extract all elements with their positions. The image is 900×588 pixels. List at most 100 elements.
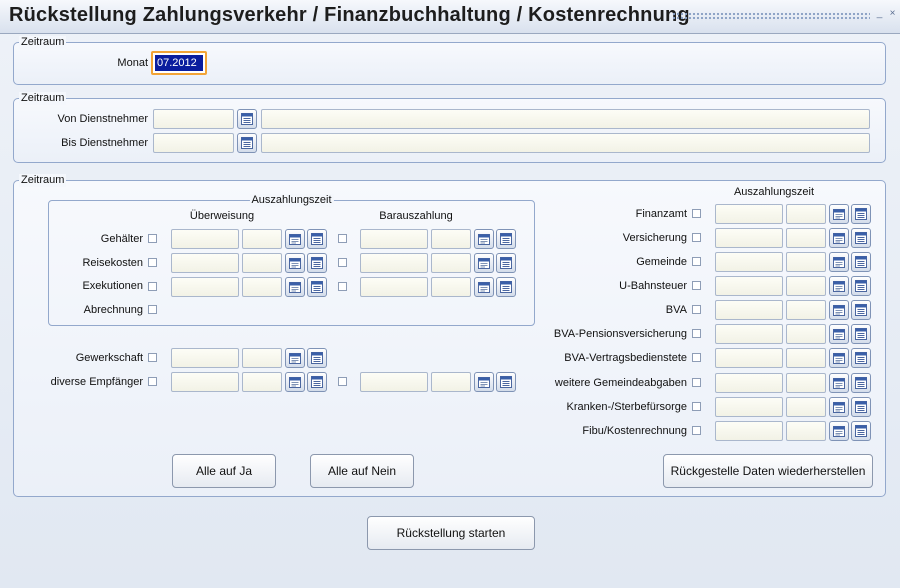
fibu-kostenrechnung-calendar-button[interactable]	[829, 421, 849, 441]
bva-list-button[interactable]	[851, 300, 871, 320]
bva-vertragsbedienstete-date-input[interactable]	[715, 348, 783, 368]
finanzamt-checkbox[interactable]	[692, 209, 701, 218]
versicherung-date-input[interactable]	[715, 228, 783, 248]
gehaelter-bar-checkbox[interactable]	[338, 234, 347, 243]
weitere-gemeindeabgaben-list-button[interactable]	[851, 373, 871, 393]
bva-pensionsversicherung-list-button[interactable]	[851, 324, 871, 344]
gemeinde-date-input[interactable]	[715, 252, 783, 272]
u-bahnsteuer-date-input[interactable]	[715, 276, 783, 296]
von-dienstnehmer-lookup-button[interactable]	[237, 109, 257, 129]
finanzamt-calendar-button[interactable]	[829, 204, 849, 224]
fibu-kostenrechnung-checkbox[interactable]	[692, 426, 701, 435]
finanzamt-time-input[interactable]	[786, 204, 826, 224]
daten-wiederherstellen-button[interactable]: Rückgestelle Daten wiederherstellen	[663, 454, 873, 488]
close-icon[interactable]: ×	[887, 9, 898, 20]
reisekosten-ueberweisung-calendar-button[interactable]	[285, 253, 305, 273]
weitere-gemeindeabgaben-date-input[interactable]	[715, 373, 783, 393]
fibu-kostenrechnung-time-input[interactable]	[786, 421, 826, 441]
bva-vertragsbedienstete-checkbox[interactable]	[692, 353, 701, 362]
kranken-sterbefuersorge-date-input[interactable]	[715, 397, 783, 417]
bva-vertragsbedienstete-calendar-button[interactable]	[829, 348, 849, 368]
von-dienstnehmer-name-field[interactable]	[261, 109, 870, 129]
gehaelter-barauszahlung-list-button[interactable]	[496, 229, 516, 249]
fibu-kostenrechnung-date-input[interactable]	[715, 421, 783, 441]
bva-pensionsversicherung-calendar-button[interactable]	[829, 324, 849, 344]
exekutionen-ueberweisung-date-input[interactable]	[171, 277, 239, 297]
diverse-empfaenger-bar-checkbox[interactable]	[338, 377, 347, 386]
u-bahnsteuer-calendar-button[interactable]	[829, 276, 849, 296]
kranken-sterbefuersorge-time-input[interactable]	[786, 397, 826, 417]
diverse-empfaenger-ueberweisung-list-button[interactable]	[307, 372, 327, 392]
gehaelter-barauszahlung-time-input[interactable]	[431, 229, 471, 249]
bva-checkbox[interactable]	[692, 305, 701, 314]
reisekosten-barauszahlung-calendar-button[interactable]	[474, 253, 494, 273]
bva-date-input[interactable]	[715, 300, 783, 320]
gemeinde-time-input[interactable]	[786, 252, 826, 272]
versicherung-calendar-button[interactable]	[829, 228, 849, 248]
gewerkschaft-ueberweisung-calendar-button[interactable]	[285, 348, 305, 368]
bva-pensionsversicherung-date-input[interactable]	[715, 324, 783, 344]
minimize-icon[interactable]: _	[874, 9, 885, 20]
bva-vertragsbedienstete-list-button[interactable]	[851, 348, 871, 368]
gemeinde-checkbox[interactable]	[692, 257, 701, 266]
fibu-kostenrechnung-list-button[interactable]	[851, 421, 871, 441]
abrechnung-checkbox[interactable]	[148, 305, 157, 314]
bis-dienstnehmer-input[interactable]	[153, 133, 234, 153]
bva-pensionsversicherung-checkbox[interactable]	[692, 329, 701, 338]
gehaelter-ueberweisung-time-input[interactable]	[242, 229, 282, 249]
u-bahnsteuer-checkbox[interactable]	[692, 281, 701, 290]
reisekosten-ueberweisung-date-input[interactable]	[171, 253, 239, 273]
exekutionen-barauszahlung-time-input[interactable]	[431, 277, 471, 297]
gehaelter-barauszahlung-date-input[interactable]	[360, 229, 428, 249]
weitere-gemeindeabgaben-checkbox[interactable]	[692, 378, 701, 387]
diverse-empfaenger-barauszahlung-calendar-button[interactable]	[474, 372, 494, 392]
exekutionen-barauszahlung-date-input[interactable]	[360, 277, 428, 297]
versicherung-time-input[interactable]	[786, 228, 826, 248]
diverse-empfaenger-ueberweisung-calendar-button[interactable]	[285, 372, 305, 392]
gehaelter-ueberweisung-calendar-button[interactable]	[285, 229, 305, 249]
exekutionen-ueberweisung-time-input[interactable]	[242, 277, 282, 297]
rueckstellung-starten-button[interactable]: Rückstellung starten	[367, 516, 535, 550]
weitere-gemeindeabgaben-calendar-button[interactable]	[829, 373, 849, 393]
versicherung-list-button[interactable]	[851, 228, 871, 248]
gehaelter-checkbox[interactable]	[148, 234, 157, 243]
gemeinde-list-button[interactable]	[851, 252, 871, 272]
kranken-sterbefuersorge-calendar-button[interactable]	[829, 397, 849, 417]
diverse-empfaenger-barauszahlung-list-button[interactable]	[496, 372, 516, 392]
gewerkschaft-ueberweisung-date-input[interactable]	[171, 348, 239, 368]
exekutionen-bar-checkbox[interactable]	[338, 282, 347, 291]
gewerkschaft-ueberweisung-list-button[interactable]	[307, 348, 327, 368]
kranken-sterbefuersorge-checkbox[interactable]	[692, 402, 701, 411]
finanzamt-date-input[interactable]	[715, 204, 783, 224]
u-bahnsteuer-list-button[interactable]	[851, 276, 871, 296]
gewerkschaft-checkbox[interactable]	[148, 353, 157, 362]
gehaelter-ueberweisung-list-button[interactable]	[307, 229, 327, 249]
exekutionen-barauszahlung-list-button[interactable]	[496, 277, 516, 297]
reisekosten-bar-checkbox[interactable]	[338, 258, 347, 267]
diverse-empfaenger-ueberweisung-date-input[interactable]	[171, 372, 239, 392]
reisekosten-barauszahlung-date-input[interactable]	[360, 253, 428, 273]
bva-time-input[interactable]	[786, 300, 826, 320]
von-dienstnehmer-input[interactable]	[153, 109, 234, 129]
u-bahnsteuer-time-input[interactable]	[786, 276, 826, 296]
gehaelter-barauszahlung-calendar-button[interactable]	[474, 229, 494, 249]
alle-auf-ja-button[interactable]: Alle auf Ja	[172, 454, 276, 488]
monat-input[interactable]: 07.2012	[151, 51, 207, 75]
reisekosten-barauszahlung-time-input[interactable]	[431, 253, 471, 273]
bis-dienstnehmer-name-field[interactable]	[261, 133, 870, 153]
gewerkschaft-ueberweisung-time-input[interactable]	[242, 348, 282, 368]
kranken-sterbefuersorge-list-button[interactable]	[851, 397, 871, 417]
gehaelter-ueberweisung-date-input[interactable]	[171, 229, 239, 249]
finanzamt-list-button[interactable]	[851, 204, 871, 224]
reisekosten-barauszahlung-list-button[interactable]	[496, 253, 516, 273]
gemeinde-calendar-button[interactable]	[829, 252, 849, 272]
alle-auf-nein-button[interactable]: Alle auf Nein	[310, 454, 414, 488]
exekutionen-ueberweisung-list-button[interactable]	[307, 277, 327, 297]
exekutionen-barauszahlung-calendar-button[interactable]	[474, 277, 494, 297]
bis-dienstnehmer-lookup-button[interactable]	[237, 133, 257, 153]
diverse-empfaenger-checkbox[interactable]	[148, 377, 157, 386]
exekutionen-ueberweisung-calendar-button[interactable]	[285, 277, 305, 297]
bva-calendar-button[interactable]	[829, 300, 849, 320]
versicherung-checkbox[interactable]	[692, 233, 701, 242]
weitere-gemeindeabgaben-time-input[interactable]	[786, 373, 826, 393]
